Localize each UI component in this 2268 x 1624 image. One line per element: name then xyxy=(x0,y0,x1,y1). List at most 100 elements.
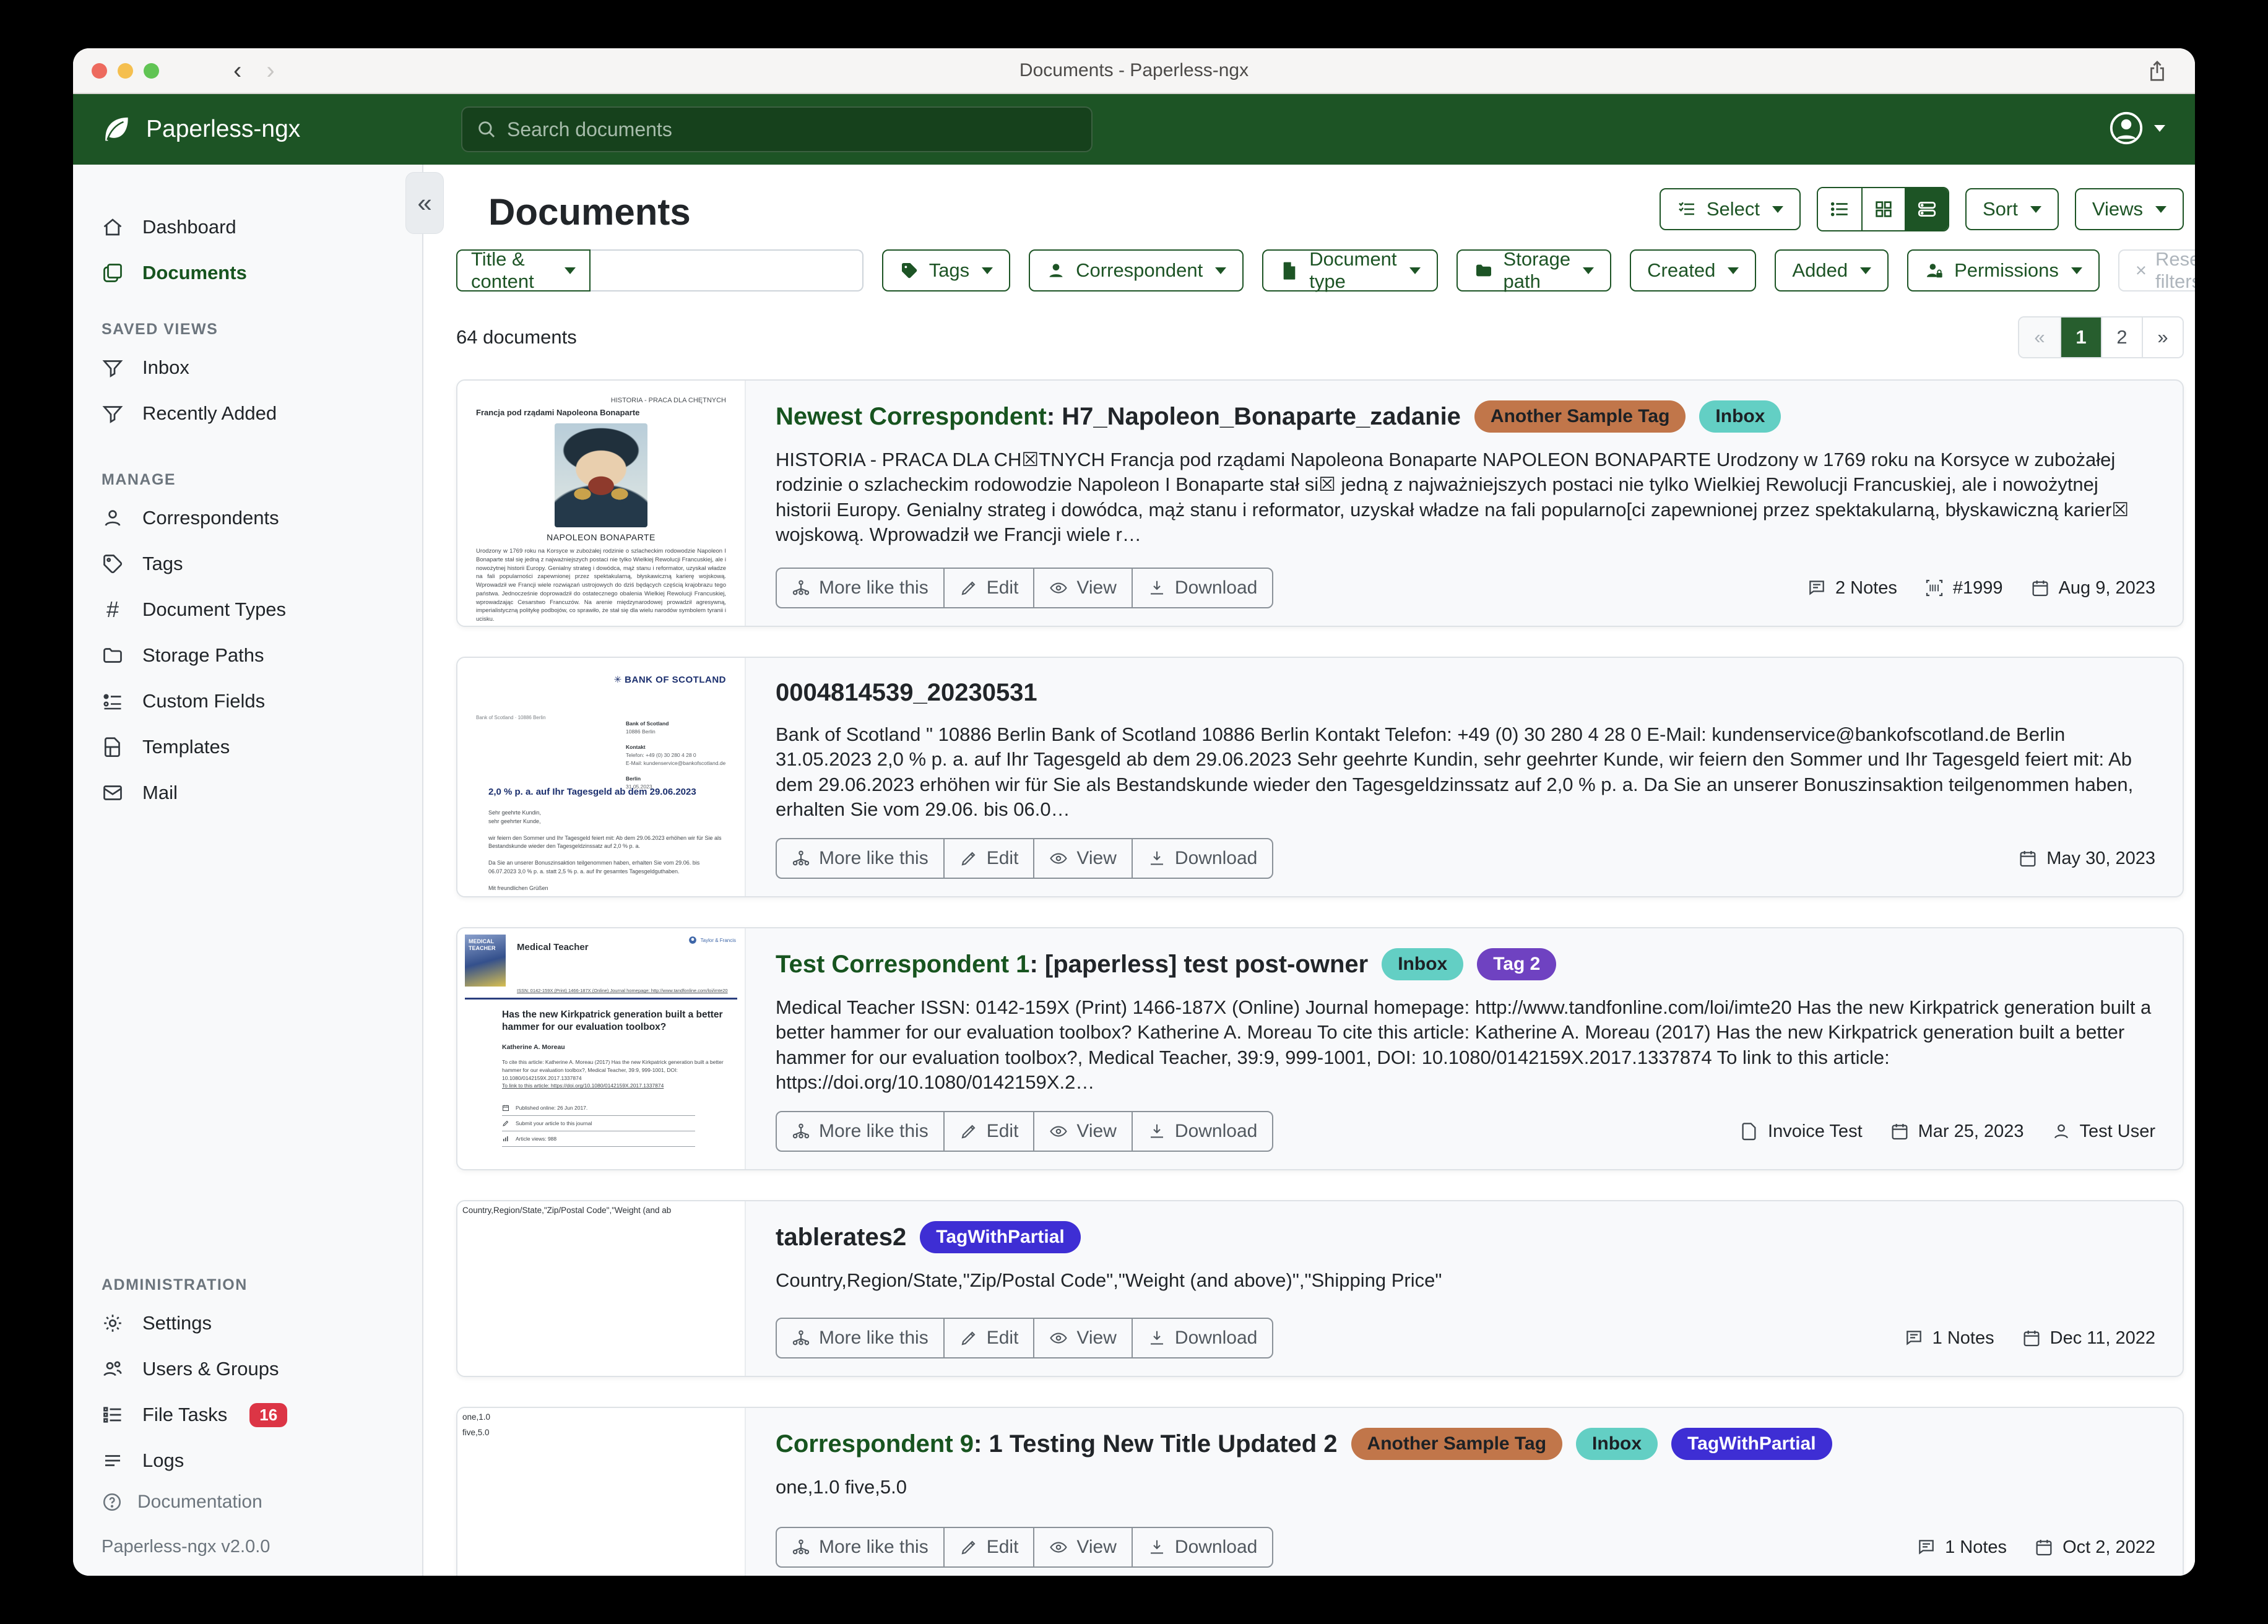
pagination-prev-button[interactable]: « xyxy=(2019,317,2060,357)
more-like-this-button[interactable]: More like this xyxy=(777,1528,943,1566)
view-button[interactable]: View xyxy=(1033,1528,1131,1566)
document-thumbnail[interactable]: MEDICAL TEACHER Medical Teacher Taylor &… xyxy=(457,928,746,1169)
tags-filter-button[interactable]: Tags xyxy=(882,249,1010,292)
document-type-filter-button[interactable]: Document type xyxy=(1262,249,1437,292)
select-dropdown-button[interactable]: Select xyxy=(1660,188,1801,230)
sidebar-collapse-button[interactable]: « xyxy=(405,172,444,234)
search-field-dropdown-button[interactable]: Title & content xyxy=(456,249,591,292)
main-content: Documents Select xyxy=(423,165,2195,1576)
sidebar-item-file-tasks[interactable]: File Tasks 16 xyxy=(73,1392,422,1438)
more-like-this-button[interactable]: More like this xyxy=(777,569,943,607)
edit-button[interactable]: Edit xyxy=(943,569,1034,607)
document-title[interactable]: Test Correspondent 1: [paperless] test p… xyxy=(776,949,1368,979)
created-filter-button[interactable]: Created xyxy=(1630,249,1756,292)
tag-pill[interactable]: TagWithPartial xyxy=(1671,1428,1832,1460)
view-mode-detail-button[interactable] xyxy=(1905,188,1948,230)
sidebar-item-settings[interactable]: Settings xyxy=(73,1300,422,1346)
tag-pill[interactable]: Tag 2 xyxy=(1477,948,1556,980)
reset-filters-button[interactable]: × Reset filters xyxy=(2118,249,2195,292)
document-title[interactable]: tablerates2 xyxy=(776,1222,906,1252)
tag-pill[interactable]: Another Sample Tag xyxy=(1351,1428,1562,1460)
close-window-button[interactable] xyxy=(92,63,107,79)
edit-button[interactable]: Edit xyxy=(943,1112,1034,1151)
sidebar-item-label: Logs xyxy=(142,1449,184,1472)
edit-button[interactable]: Edit xyxy=(943,1319,1034,1357)
document-thumbnail[interactable]: ✳ BANK OF SCOTLAND Bank of Scotland · 10… xyxy=(457,658,746,896)
pagination-page-2[interactable]: 2 xyxy=(2101,317,2142,357)
more-like-this-button[interactable]: More like this xyxy=(777,839,943,878)
view-mode-table-button[interactable] xyxy=(1818,188,1861,230)
sidebar-item-document-types[interactable]: # Document Types xyxy=(73,587,422,633)
document-title[interactable]: Correspondent 9: 1 Testing New Title Upd… xyxy=(776,1429,1338,1459)
tag-pill[interactable]: Another Sample Tag xyxy=(1474,400,1686,433)
correspondent-link[interactable]: Newest Correspondent xyxy=(776,403,1047,430)
brand[interactable]: Paperless-ngx xyxy=(100,113,300,145)
zoom-window-button[interactable] xyxy=(144,63,159,79)
download-button[interactable]: Download xyxy=(1132,1528,1272,1566)
storage-path-filter-button[interactable]: Storage path xyxy=(1456,249,1612,292)
permissions-filter-button[interactable]: Permissions xyxy=(1907,249,2100,292)
document-thumbnail[interactable]: one,1.0 five,5.0 xyxy=(457,1408,746,1576)
title-text: : H7_Napoleon_Bonaparte_zadanie xyxy=(1047,403,1461,430)
sidebar-item-mail[interactable]: Mail xyxy=(73,770,422,816)
view-button[interactable]: View xyxy=(1033,569,1131,607)
sidebar-item-dashboard[interactable]: Dashboard xyxy=(73,204,422,250)
similar-icon xyxy=(792,1122,810,1141)
notes-meta[interactable]: 1 Notes xyxy=(1916,1537,2007,1558)
edit-button[interactable]: Edit xyxy=(943,839,1034,878)
tag-pill[interactable]: TagWithPartial xyxy=(920,1221,1081,1253)
sidebar-item-recently-added[interactable]: Recently Added xyxy=(73,391,422,436)
added-filter-button[interactable]: Added xyxy=(1775,249,1889,292)
sidebar-item-documents[interactable]: Documents xyxy=(73,250,422,296)
sidebar-item-storage-paths[interactable]: Storage Paths xyxy=(73,633,422,678)
tag-pill[interactable]: Inbox xyxy=(1382,948,1463,980)
documentation-link[interactable]: Documentation xyxy=(73,1484,422,1521)
correspondent-filter-button[interactable]: Correspondent xyxy=(1029,249,1244,292)
pagination-next-button[interactable]: » xyxy=(2142,317,2183,357)
edit-button[interactable]: Edit xyxy=(943,1528,1034,1566)
sidebar-item-tags[interactable]: Tags xyxy=(73,541,422,587)
document-title[interactable]: Newest Correspondent: H7_Napoleon_Bonapa… xyxy=(776,402,1461,431)
tag-pill[interactable]: Inbox xyxy=(1576,1428,1658,1460)
view-mode-grid-button[interactable] xyxy=(1861,188,1905,230)
chevron-down-icon xyxy=(1728,267,1739,274)
sidebar-item-inbox[interactable]: Inbox xyxy=(73,345,422,391)
download-button[interactable]: Download xyxy=(1132,1112,1272,1151)
sidebar-item-templates[interactable]: Templates xyxy=(73,724,422,770)
thumb-page: HISTORIA - PRACA DLA CHĘTNYCH Francja po… xyxy=(457,381,745,626)
view-button[interactable]: View xyxy=(1033,1112,1131,1151)
more-like-this-button[interactable]: More like this xyxy=(777,1319,943,1357)
tag-pill[interactable]: Inbox xyxy=(1699,400,1781,433)
document-thumbnail[interactable]: Country,Region/State,"Zip/Postal Code","… xyxy=(457,1201,746,1376)
document-title[interactable]: 0004814539_20230531 xyxy=(776,678,1037,707)
title-content-input[interactable] xyxy=(591,249,863,292)
eye-icon xyxy=(1049,849,1068,868)
minimize-window-button[interactable] xyxy=(118,63,133,79)
user-menu[interactable] xyxy=(2108,110,2165,146)
browser-back-button[interactable]: ‹ xyxy=(233,57,241,85)
date-meta: May 30, 2023 xyxy=(2018,849,2155,869)
sidebar-item-correspondents[interactable]: Correspondents xyxy=(73,495,422,541)
search-input[interactable] xyxy=(507,118,1078,141)
pencil-icon xyxy=(959,579,978,597)
browser-forward-button[interactable]: › xyxy=(266,57,274,85)
tag-icon xyxy=(102,553,124,575)
document-thumbnail[interactable]: HISTORIA - PRACA DLA CHĘTNYCH Francja po… xyxy=(457,381,746,626)
share-icon[interactable] xyxy=(2145,59,2169,83)
view-button[interactable]: View xyxy=(1033,839,1131,878)
sidebar-item-logs[interactable]: Logs xyxy=(73,1438,422,1484)
correspondent-link[interactable]: Test Correspondent 1 xyxy=(776,951,1029,978)
notes-meta[interactable]: 1 Notes xyxy=(1904,1328,1994,1349)
correspondent-link[interactable]: Correspondent 9 xyxy=(776,1430,974,1458)
sidebar-item-custom-fields[interactable]: Custom Fields xyxy=(73,678,422,724)
view-button[interactable]: View xyxy=(1033,1319,1131,1357)
more-like-this-button[interactable]: More like this xyxy=(777,1112,943,1151)
sidebar-item-users-groups[interactable]: Users & Groups xyxy=(73,1346,422,1392)
notes-meta[interactable]: 2 Notes xyxy=(1807,578,1897,598)
pagination-page-1[interactable]: 1 xyxy=(2060,317,2101,357)
views-dropdown-button[interactable]: Views xyxy=(2075,188,2184,230)
download-button[interactable]: Download xyxy=(1132,839,1272,878)
sort-dropdown-button[interactable]: Sort xyxy=(1965,188,2059,230)
download-button[interactable]: Download xyxy=(1132,1319,1272,1357)
download-button[interactable]: Download xyxy=(1132,569,1272,607)
